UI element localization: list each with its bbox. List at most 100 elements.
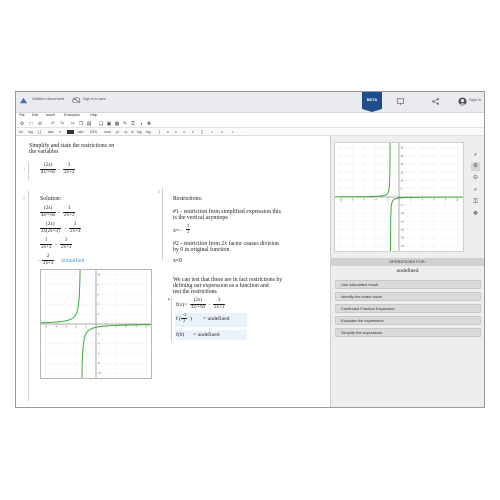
step2-frac-2: 3 2x+3 bbox=[69, 222, 82, 234]
user-avatar-icon[interactable] bbox=[458, 97, 467, 106]
text-tool[interactable]: txt bbox=[19, 129, 23, 135]
info-icon[interactable]: ◑ bbox=[138, 121, 144, 127]
x-tick-label: -4 bbox=[55, 325, 58, 328]
delete-icon[interactable]: ⊘ bbox=[37, 121, 43, 127]
eval-1-result[interactable]: = undefined bbox=[203, 316, 229, 322]
ln-tool[interactable]: ln bbox=[131, 129, 134, 135]
identify-exact-value-button[interactable]: Identify the exact value bbox=[335, 292, 481, 301]
x-tick-label: 6 bbox=[433, 198, 435, 201]
presentation-icon[interactable] bbox=[396, 97, 405, 106]
document-area[interactable]: Simplify and state the restrictions on t… bbox=[16, 136, 330, 407]
x-tick-label: 8 bbox=[445, 198, 447, 201]
des-tool[interactable]: DES bbox=[90, 129, 97, 135]
menu-examples[interactable]: Examples bbox=[64, 113, 80, 117]
align-tool[interactable]: ≡ bbox=[59, 129, 61, 135]
math-tool[interactable]: mg bbox=[28, 129, 33, 135]
y-tick-label: 10 bbox=[98, 274, 101, 277]
approx-tool[interactable]: ≈ bbox=[211, 129, 213, 135]
y-tick-label: 20 bbox=[401, 163, 404, 166]
panel-graph-canvas[interactable]: -10 -8 -6 -4 -2 2 4 6 8 10 30 25 20 15 10 5 -5 -10 -15 -20 -… bbox=[335, 115, 463, 279]
partial-tool[interactable]: ∂ bbox=[192, 129, 194, 135]
save-icon[interactable]: ▣ bbox=[106, 121, 112, 127]
sign-in-button[interactable]: Sign in bbox=[469, 97, 481, 102]
x-tick-label: 3 bbox=[125, 325, 127, 328]
undo-icon[interactable]: ↶ bbox=[50, 121, 56, 127]
y-tick-label: -10 bbox=[98, 372, 102, 375]
brackets-tool[interactable]: [ ] bbox=[38, 129, 41, 135]
abc-tool[interactable]: abc bbox=[78, 129, 83, 135]
y-tick-label: -5 bbox=[401, 204, 404, 207]
times-tool[interactable]: × bbox=[232, 129, 234, 135]
restriction1-eq: x=− bbox=[173, 228, 183, 234]
y-tick-label: -20 bbox=[401, 229, 405, 232]
paste-icon[interactable]: ▤ bbox=[86, 121, 92, 127]
zoom-in-icon[interactable]: ⊕ bbox=[471, 162, 480, 171]
cut-icon[interactable]: ✂ bbox=[70, 121, 76, 127]
infinity-tool[interactable]: ∞ bbox=[183, 129, 185, 135]
copy-icon[interactable]: ❐ bbox=[78, 121, 84, 127]
solution-title: Solution: bbox=[40, 196, 62, 202]
menu-edit[interactable]: Edit bbox=[32, 113, 38, 117]
use-calculated-result-button[interactable]: Use calculated result bbox=[335, 280, 481, 289]
share-icon[interactable] bbox=[431, 97, 440, 106]
y-tick-label: 15 bbox=[401, 171, 404, 174]
zoom-reset-icon[interactable]: ⌕ bbox=[471, 186, 480, 195]
neq-tool[interactable]: ≠ bbox=[221, 129, 223, 135]
image-icon[interactable]: ▦ bbox=[114, 121, 120, 127]
function-definition-lhs: f(x)= bbox=[176, 302, 188, 308]
sum-tool[interactable]: ∑ bbox=[201, 129, 203, 135]
eval-1-frac: −3 2 bbox=[181, 312, 188, 323]
menu-file[interactable]: File bbox=[19, 113, 25, 117]
step3-frac-2: 3 2x+3 bbox=[60, 238, 73, 250]
simplify-expression-button[interactable]: Simplify the expression bbox=[335, 328, 481, 337]
restriction2-line2: by 0 in original function bbox=[173, 247, 230, 253]
function-curve-left bbox=[41, 242, 81, 324]
menu-insert[interactable]: Insert bbox=[46, 113, 55, 117]
line-number-2: 2 bbox=[23, 196, 26, 200]
title-bar: Untitled document Sign in to save BETA S… bbox=[16, 92, 484, 113]
mod-tool[interactable]: mod bbox=[104, 129, 111, 135]
redo-icon[interactable]: ↷ bbox=[59, 121, 65, 127]
function-graph[interactable]: -5 -4 -3 -2 -1 1 2 3 4 5 10 8 6 4 2 -2 -4 -6 -8 -10 bbox=[40, 242, 152, 406]
pencil-icon[interactable]: ✎ bbox=[122, 121, 128, 127]
insert-icon[interactable]: ✚ bbox=[146, 121, 152, 127]
app-logo-icon[interactable] bbox=[19, 96, 28, 105]
eval-2-result[interactable]: = undefined bbox=[193, 332, 219, 338]
abs-tool[interactable]: abs bbox=[48, 129, 53, 135]
line-number-1: 1 bbox=[23, 167, 26, 171]
lock-icon[interactable]: ⚿ bbox=[130, 121, 136, 127]
zoom-fit-icon[interactable]: ⌕ bbox=[471, 151, 480, 160]
integral-tool[interactable]: ∫ bbox=[159, 129, 160, 135]
settings-icon[interactable]: ⚙ bbox=[19, 121, 25, 127]
document-title[interactable]: Untitled document bbox=[32, 96, 64, 101]
x-tick-label: -2 bbox=[75, 325, 78, 328]
y-tick-label: -8 bbox=[98, 362, 101, 365]
step2-frac-1: (2x) 2x(2x+3) bbox=[40, 222, 61, 234]
move-icon[interactable]: ✥ bbox=[471, 210, 480, 219]
pm-tool[interactable]: ± bbox=[175, 129, 177, 135]
leq-tool[interactable]: ≤ bbox=[167, 129, 169, 135]
log-tool[interactable]: log bbox=[137, 129, 142, 135]
log-base-tool[interactable]: log. bbox=[146, 129, 151, 135]
matrix-tool-icon[interactable] bbox=[67, 130, 74, 134]
evaluate-expression-button[interactable]: Evaluate the expression bbox=[335, 316, 481, 325]
y-tick-label: 25 bbox=[401, 155, 404, 158]
panel-graph[interactable]: -10 -8 -6 -4 -2 2 4 6 8 10 30 25 20 15 10 5 -5 -10 -15 -20 -… bbox=[334, 115, 464, 279]
x-tick-label: 4 bbox=[422, 198, 424, 201]
xy-tool[interactable]: xy bbox=[124, 129, 127, 135]
cdot-tool[interactable]: ⋅ bbox=[243, 129, 244, 135]
restriction1-frac: 32 bbox=[186, 223, 190, 234]
x-tick-label: -8 bbox=[351, 198, 354, 201]
block-bracket bbox=[28, 162, 29, 180]
new-document-icon[interactable]: □ bbox=[28, 121, 34, 127]
sign-in-to-save-link[interactable]: Sign in to save bbox=[83, 97, 106, 101]
step4-frac: 2 2x+3 bbox=[42, 254, 55, 266]
graph-canvas[interactable]: -5 -4 -3 -2 -1 1 2 3 4 5108642-2-4-6-8-10 bbox=[41, 242, 151, 406]
lock-view-icon[interactable]: ⚿ bbox=[471, 198, 480, 207]
x-tick-label: 5 bbox=[145, 325, 147, 328]
continued-fraction-button[interactable]: Continued Fraction Expansion bbox=[335, 304, 481, 313]
pl-tool[interactable]: pl bbox=[116, 129, 119, 135]
zoom-out-icon[interactable]: ⊖ bbox=[471, 174, 480, 183]
menu-help[interactable]: Help bbox=[90, 113, 97, 117]
copy-format-icon[interactable]: ❏ bbox=[98, 121, 104, 127]
